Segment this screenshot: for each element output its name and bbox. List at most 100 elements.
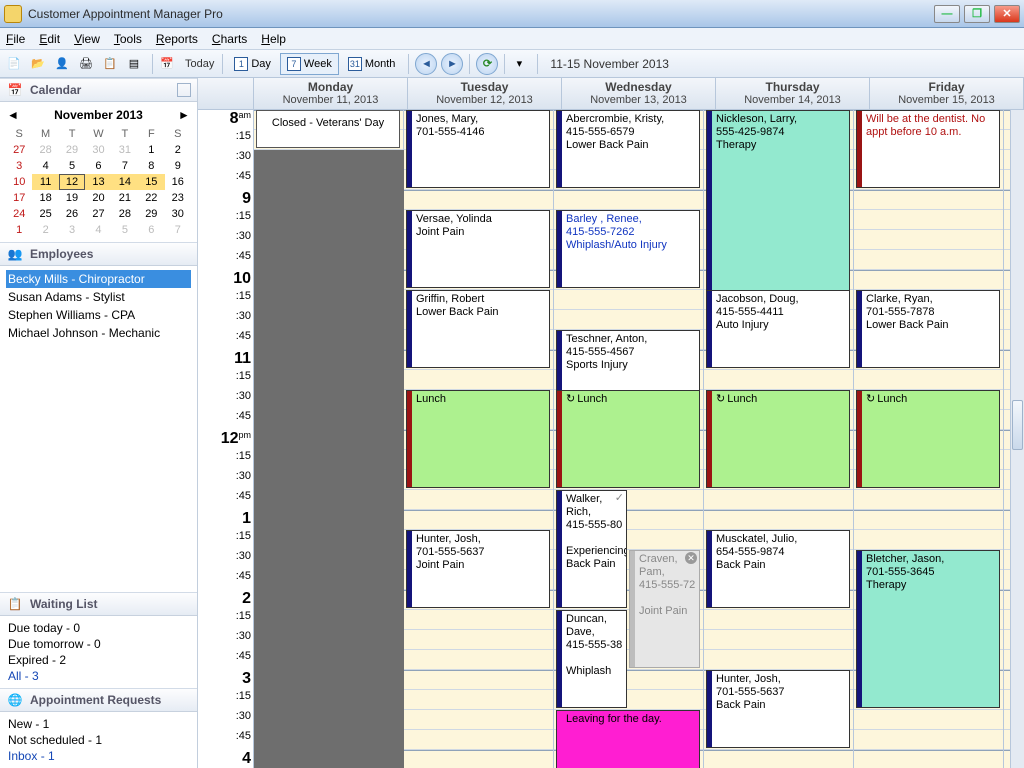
mini-cal-day[interactable]: 3 [59,222,85,238]
appointment[interactable]: ✕Craven, Pam,415-555-72Joint Pain [629,550,700,668]
minimize-button[interactable]: — [934,5,960,23]
user-icon[interactable]: 👤 [52,54,72,74]
open-icon[interactable]: 📂 [28,54,48,74]
mini-cal-day[interactable]: 30 [165,206,191,222]
next-arrow-icon[interactable]: ► [441,53,463,75]
mini-cal-day[interactable]: 6 [138,222,164,238]
panel-toggle-icon[interactable] [177,83,191,97]
close-icon[interactable]: ✕ [685,552,697,564]
mini-cal-day[interactable]: 27 [85,206,111,222]
mini-cal-day[interactable]: 5 [112,222,138,238]
filter-icon[interactable]: ▾ [509,54,529,74]
mini-cal-day[interactable]: 2 [165,142,191,158]
appointment[interactable]: ↻Lunch [556,390,700,488]
mini-cal-day[interactable]: 3 [6,158,32,174]
appointment[interactable]: Lunch [406,390,550,488]
grid-icon[interactable]: ▤ [124,54,144,74]
prev-month-icon[interactable]: ◄ [6,108,20,122]
view-month-button[interactable]: 31Month [341,53,403,75]
mini-cal-day[interactable]: 22 [138,190,164,206]
waiting-expired[interactable]: Expired - 2 [8,652,189,668]
appointment[interactable]: Clarke, Ryan,701-555-7878Lower Back Pain [856,290,1000,368]
mini-cal-day[interactable]: 28 [112,206,138,222]
mini-cal-day[interactable]: 19 [59,190,85,206]
mini-cal-day[interactable]: 21 [112,190,138,206]
calendar-panel-header[interactable]: 📅 Calendar [0,78,197,102]
menu-file[interactable]: File [6,32,25,46]
appointment[interactable]: Jacobson, Doug,415-555-4411Auto Injury [706,290,850,368]
prev-arrow-icon[interactable]: ◄ [415,53,437,75]
day-header[interactable]: FridayNovember 15, 2013 [870,78,1024,109]
menu-edit[interactable]: Edit [39,32,60,46]
apptreq-new[interactable]: New - 1 [8,716,189,732]
maximize-button[interactable]: ❐ [964,5,990,23]
appointment[interactable]: Versae, YolindaJoint Pain [406,210,550,288]
mini-cal-day[interactable]: 17 [6,190,32,206]
appointment[interactable]: Griffin, RobertLower Back Pain [406,290,550,368]
mini-cal-day[interactable]: 24 [6,206,32,222]
apptreq-notsched[interactable]: Not scheduled - 1 [8,732,189,748]
appointment[interactable]: Hunter, Josh,701-555-5637Back Pain [706,670,850,748]
appointment[interactable]: Hunter, Josh,701-555-5637Joint Pain [406,530,550,608]
appointment[interactable]: Duncan, Dave,415-555-38Whiplash [556,610,627,708]
menu-reports[interactable]: Reports [156,32,198,46]
appointment[interactable]: Musckatel, Julio,654-555-9874Back Pain [706,530,850,608]
menu-tools[interactable]: Tools [114,32,142,46]
menu-view[interactable]: View [74,32,100,46]
waiting-due-tomorrow[interactable]: Due tomorrow - 0 [8,636,189,652]
employee-item[interactable]: Stephen Williams - CPA [6,306,191,324]
appointment[interactable]: ✓Walker, Rich,415-555-80Experiencing Bac… [556,490,627,608]
mini-cal-day[interactable]: 5 [59,158,85,174]
mini-cal-day[interactable]: 10 [6,174,32,190]
apptreq-panel-header[interactable]: 🌐 Appointment Requests [0,688,197,712]
day-header[interactable]: WednesdayNovember 13, 2013 [562,78,716,109]
appointment[interactable]: ↻Lunch [856,390,1000,488]
mini-cal-day[interactable]: 25 [32,206,58,222]
mini-cal-day[interactable]: 11 [32,174,58,190]
mini-cal-day[interactable]: 29 [138,206,164,222]
close-button[interactable]: ✕ [994,5,1020,23]
mini-cal-day[interactable]: 2 [32,222,58,238]
mini-cal-day[interactable]: 9 [165,158,191,174]
employees-panel-header[interactable]: 👥 Employees [0,242,197,266]
appointment[interactable]: Jones, Mary,701-555-4146 [406,110,550,188]
mini-cal-day[interactable]: 1 [138,142,164,158]
menu-charts[interactable]: Charts [212,32,247,46]
appointment[interactable]: Bletcher, Jason,701-555-3645Therapy [856,550,1000,708]
menu-help[interactable]: Help [261,32,286,46]
day-header[interactable]: MondayNovember 11, 2013 [254,78,408,109]
mini-cal-day[interactable]: 29 [59,142,85,158]
appointment[interactable]: Barley , Renee,415-555-7262Whiplash/Auto… [556,210,700,288]
mini-cal-day[interactable]: 1 [6,222,32,238]
apptreq-inbox[interactable]: Inbox - 1 [8,748,189,764]
appointment[interactable]: ↻Lunch [706,390,850,488]
waiting-panel-header[interactable]: 📋 Waiting List [0,592,197,616]
mini-cal-day[interactable]: 20 [85,190,111,206]
employee-item[interactable]: Becky Mills - Chiropractor [6,270,191,288]
vertical-scrollbar[interactable] [1010,110,1024,768]
mini-cal-day[interactable]: 13 [85,174,111,190]
appointment[interactable]: Leaving for the day. [556,710,700,768]
refresh-icon[interactable]: ⟳ [476,53,498,75]
waiting-due-today[interactable]: Due today - 0 [8,620,189,636]
mini-cal-day[interactable]: 28 [32,142,58,158]
scrollbar-thumb[interactable] [1012,400,1023,450]
calendar-icon[interactable]: 📅 [157,54,177,74]
mini-cal-day[interactable]: 26 [59,206,85,222]
mini-cal-day[interactable]: 4 [32,158,58,174]
mini-cal-day[interactable]: 30 [85,142,111,158]
view-day-button[interactable]: 1Day [227,53,278,75]
employee-item[interactable]: Susan Adams - Stylist [6,288,191,306]
appointment[interactable]: Will be at the dentist. No appt before 1… [856,110,1000,188]
print-icon[interactable]: 🖨 [76,54,96,74]
mini-cal-day[interactable]: 7 [112,158,138,174]
employee-item[interactable]: Michael Johnson - Mechanic [6,324,191,342]
mini-cal-day[interactable]: 15 [138,174,164,190]
mini-cal-day[interactable]: 8 [138,158,164,174]
mini-cal-day[interactable]: 4 [85,222,111,238]
day-header[interactable]: TuesdayNovember 12, 2013 [408,78,562,109]
mini-cal-day[interactable]: 16 [165,174,191,190]
next-month-icon[interactable]: ► [177,108,191,122]
waiting-all[interactable]: All - 3 [8,668,189,684]
mini-cal-day[interactable]: 14 [112,174,138,190]
